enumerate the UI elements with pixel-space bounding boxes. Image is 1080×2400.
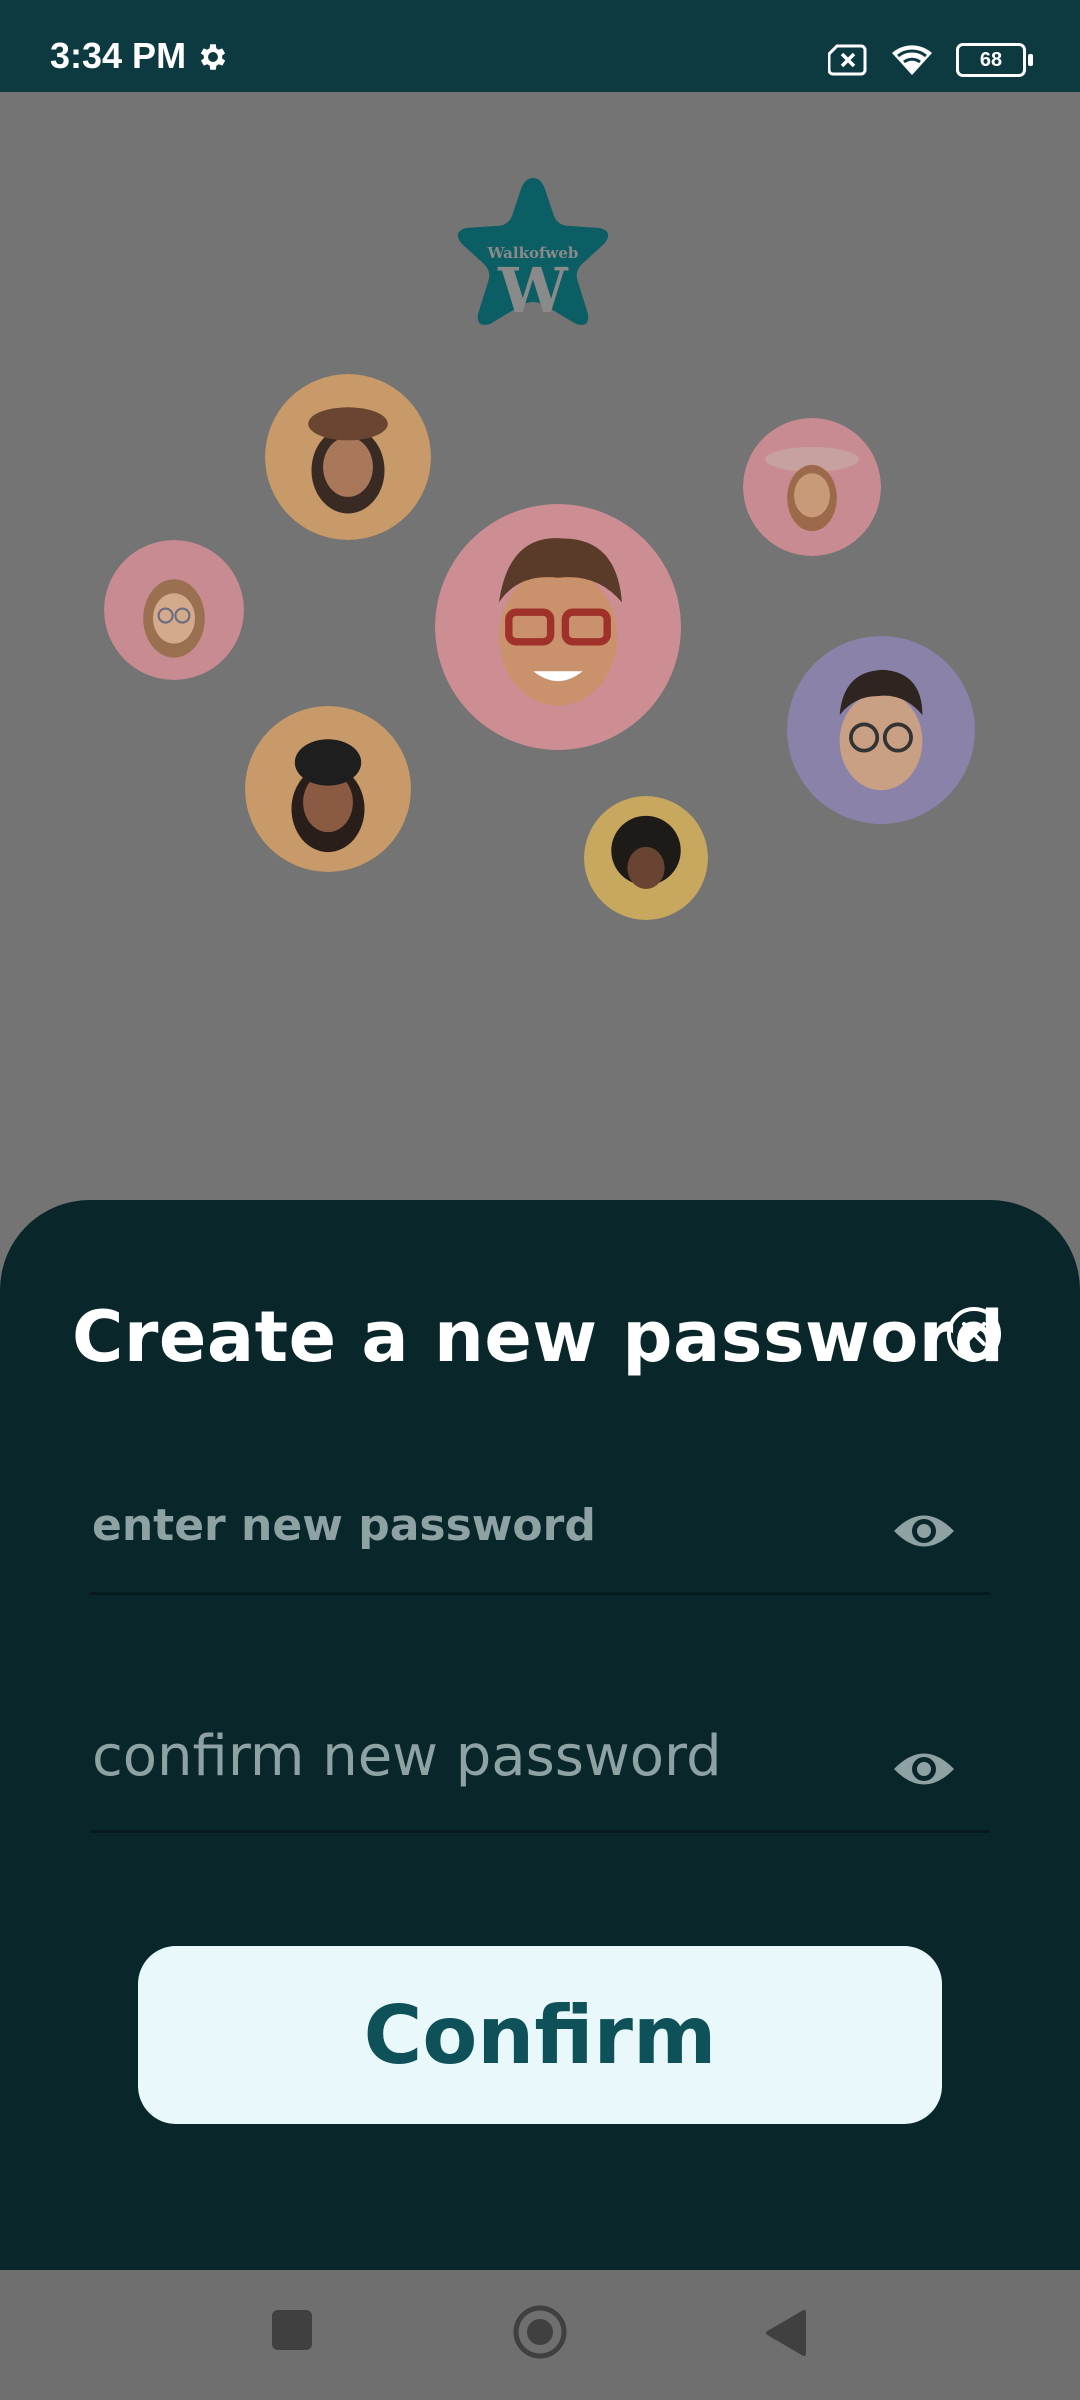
close-icon[interactable] — [944, 1304, 1004, 1364]
wifi-icon — [892, 45, 932, 75]
svg-text:W: W — [497, 254, 569, 327]
create-password-sheet: Create a new password Confirm — [0, 1200, 1080, 2270]
recent-apps-icon[interactable] — [272, 2310, 312, 2350]
back-icon[interactable] — [764, 2308, 808, 2358]
avatar-glasses-man — [787, 636, 975, 824]
new-password-field — [90, 1448, 990, 1595]
avatar-curly — [584, 796, 708, 920]
confirm-password-field — [90, 1670, 990, 1833]
confirm-password-input[interactable] — [90, 1723, 874, 1790]
home-icon[interactable] — [512, 2304, 568, 2360]
avatar-beanie-woman — [245, 706, 411, 872]
avatar-beret-woman — [265, 374, 431, 540]
battery-icon: 68 — [956, 43, 1033, 77]
show-password-eye-icon[interactable] — [892, 1508, 956, 1554]
navigation-bar — [0, 2270, 1080, 2400]
avatar-cowgirl — [743, 418, 881, 556]
status-time: 3:34 PM — [50, 35, 187, 76]
sheet-title: Create a new password — [72, 1296, 1005, 1378]
walkofweb-logo: Walkofweb W — [457, 178, 609, 327]
confirm-button[interactable]: Confirm — [138, 1946, 942, 2124]
status-icons: 68 — [828, 40, 1033, 80]
show-confirm-password-eye-icon[interactable] — [892, 1746, 956, 1792]
new-password-input[interactable] — [90, 1499, 874, 1552]
no-sim-icon — [828, 44, 867, 76]
settings-gear-icon — [200, 44, 226, 70]
avatar-glasses-woman — [104, 540, 244, 680]
status-bar: 3:34 PM 68 — [0, 0, 1080, 92]
avatar-main-man — [435, 504, 681, 750]
